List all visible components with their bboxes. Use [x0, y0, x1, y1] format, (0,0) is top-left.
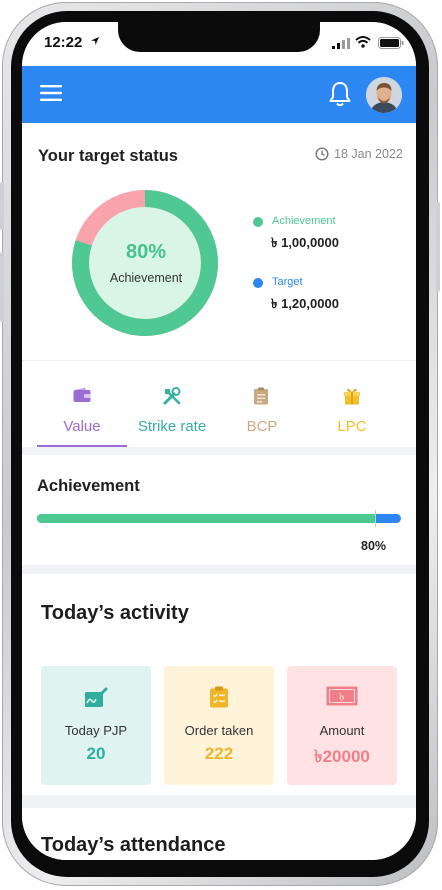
todays-activity-card: Today’s activity Today PJP 20 Order take…: [22, 574, 416, 795]
status-time: 12:22: [44, 34, 83, 51]
activity-tile-label: Amount: [319, 723, 365, 738]
achievement-progress-fill: [37, 514, 375, 523]
achievement-title: Achievement: [37, 477, 140, 495]
legend-target-name: Target: [272, 276, 303, 288]
legend-target-value: ৳ 1,20,0000: [271, 296, 339, 311]
activity-tile-value: ৳20000: [314, 747, 370, 766]
tab-bcp[interactable]: BCP: [217, 361, 307, 447]
pjp-signature-icon: [85, 687, 108, 707]
donut-center-label: Achievement: [109, 271, 183, 285]
target-status-title: Your target status: [38, 147, 178, 165]
tab-strike-rate[interactable]: Strike rate: [127, 361, 217, 447]
order-clipboard-icon: [210, 686, 228, 708]
tab-lpc[interactable]: LPC: [307, 361, 397, 447]
notification-bell-icon[interactable]: [328, 80, 352, 108]
activity-tile-amount[interactable]: ৳ Amount ৳20000: [287, 666, 397, 785]
target-date: 18 Jan 2022: [334, 147, 403, 161]
activity-tile-label: Today PJP: [64, 723, 128, 738]
user-avatar[interactable]: [366, 77, 402, 113]
legend-achievement-name: Achievement: [272, 215, 336, 227]
wifi-icon: [355, 36, 371, 48]
achievement-progress-track: [37, 514, 401, 523]
svg-text:৳: ৳: [339, 691, 344, 704]
device-notch: [118, 22, 320, 52]
donut-percent: 80%: [125, 241, 167, 263]
volume-button: [0, 252, 4, 322]
legend-achievement-value: ৳ 1,00,0000: [271, 235, 339, 250]
target-status-card: Your target status 18 Jan 2022 80% Achie…: [22, 123, 416, 360]
activity-tile-label: Order taken: [184, 723, 254, 738]
tab-strike-rate-label: Strike rate: [137, 418, 207, 435]
todays-attendance-card: Today’s attendance: [22, 808, 416, 860]
tab-value[interactable]: Value: [37, 361, 127, 447]
hamburger-menu-icon[interactable]: [40, 85, 62, 101]
battery-icon: [378, 37, 404, 49]
mute-switch: [0, 182, 4, 230]
app-header: [22, 66, 416, 123]
activity-title: Today’s activity: [41, 602, 189, 624]
location-arrow-icon: [91, 37, 99, 45]
gift-box-icon: [344, 388, 360, 405]
wallet-icon: [73, 387, 91, 402]
clipboard-icon: [254, 387, 268, 405]
activity-tile-order-taken[interactable]: Order taken 222: [164, 666, 274, 785]
tools-icon: [163, 387, 181, 405]
achievement-card: Achievement 80%: [22, 455, 416, 565]
legend-target-dot: [253, 278, 263, 288]
avatar-portrait-icon: [366, 77, 402, 113]
achievement-progress-percent: 80%: [361, 539, 387, 553]
power-button: [436, 202, 440, 292]
app-screen: 12:22 Your target status 18 Jan 2022 80%…: [22, 22, 416, 860]
clock-icon: [315, 147, 329, 161]
achievement-progress-marker: [375, 510, 376, 527]
tab-value-label: Value: [63, 418, 101, 435]
attendance-title: Today’s attendance: [41, 834, 226, 856]
metric-tabs: Value Strike rate BCP LPC: [22, 360, 416, 447]
activity-tile-value: 20: [86, 744, 106, 763]
active-tab-underline: [37, 445, 127, 447]
cellular-signal-icon: [332, 38, 350, 49]
tab-bcp-label: BCP: [246, 418, 278, 435]
tab-lpc-label: LPC: [337, 418, 367, 435]
legend-achievement-dot: [253, 217, 263, 227]
activity-tile-value: 222: [204, 744, 234, 763]
cash-note-icon: ৳: [326, 686, 358, 706]
activity-tile-today-pjp[interactable]: Today PJP 20: [41, 666, 151, 785]
